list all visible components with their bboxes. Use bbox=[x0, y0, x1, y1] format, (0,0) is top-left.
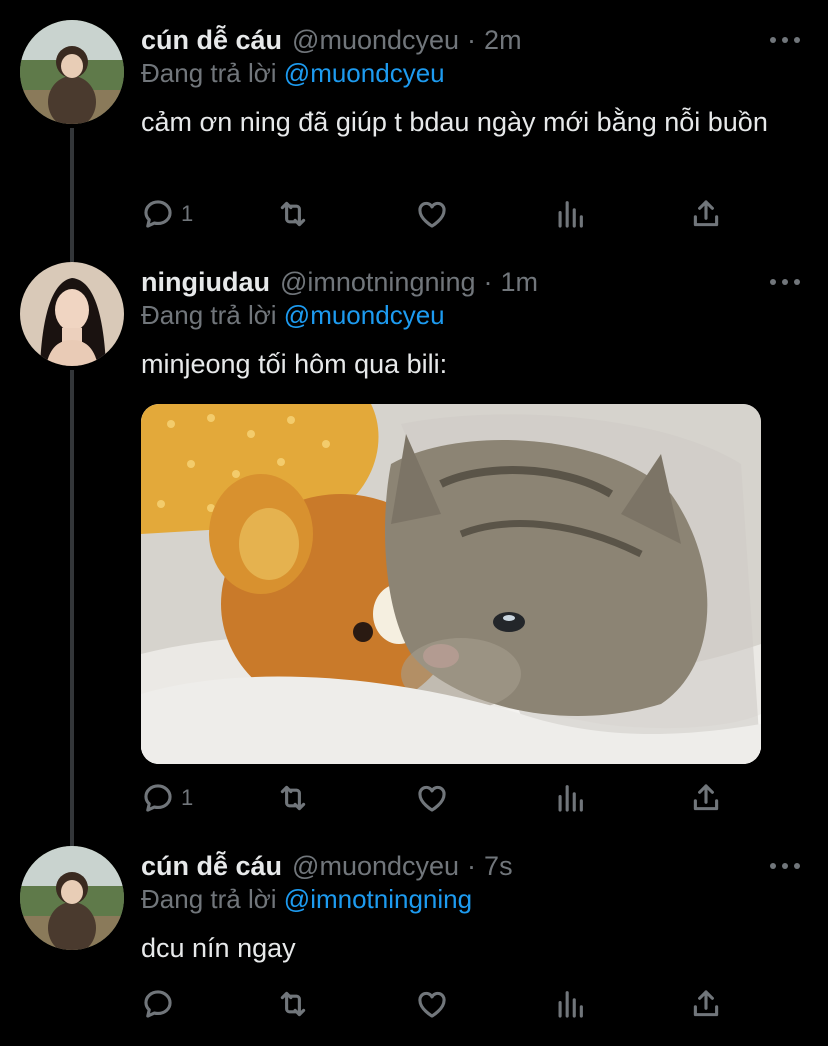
retweet-button[interactable] bbox=[276, 778, 310, 818]
reply-icon bbox=[144, 990, 172, 1018]
share-icon bbox=[693, 784, 719, 811]
retweet-icon bbox=[280, 201, 306, 227]
replying-prefix: Đang trả lời bbox=[141, 300, 277, 330]
analytics-button[interactable] bbox=[553, 984, 587, 1024]
heart-icon bbox=[418, 201, 446, 228]
tweet-text: dcu nín ngay bbox=[141, 933, 296, 963]
tweet-actions: 1 bbox=[141, 194, 741, 234]
separator-dot: · bbox=[467, 850, 477, 881]
more-icon[interactable] bbox=[770, 854, 800, 878]
separator-dot: · bbox=[467, 24, 477, 55]
tweet-text: cảm ơn ning đã giúp t bdau ngày mới bằng… bbox=[141, 107, 768, 137]
replying-to-link[interactable]: @imnotningning bbox=[284, 884, 472, 914]
share-button[interactable] bbox=[689, 778, 723, 818]
display-name[interactable]: ningiudau bbox=[141, 267, 270, 298]
reply-button[interactable] bbox=[141, 984, 181, 1024]
replying-to-link[interactable]: @muondcyeu bbox=[284, 58, 445, 88]
timestamp[interactable]: 1m bbox=[501, 267, 539, 298]
heart-icon bbox=[418, 785, 446, 812]
more-icon[interactable] bbox=[770, 270, 800, 294]
more-icon[interactable] bbox=[770, 28, 800, 52]
replying-to: Đang trả lời @muondcyeu bbox=[141, 58, 445, 89]
replying-to: Đang trả lời @muondcyeu bbox=[141, 300, 445, 331]
analytics-button[interactable] bbox=[553, 194, 587, 234]
reply-button[interactable]: 1 bbox=[141, 194, 193, 234]
replying-to-link[interactable]: @muondcyeu bbox=[284, 300, 445, 330]
tweet-image[interactable] bbox=[141, 404, 761, 764]
tweet[interactable]: cún dễ cáu @muondcyeu · 7s Đang trả lời … bbox=[0, 846, 828, 1046]
tweet-text: minjeong tối hôm qua bili: bbox=[141, 349, 448, 379]
reply-icon bbox=[144, 200, 172, 228]
timestamp[interactable]: 7s bbox=[484, 851, 513, 882]
avatar[interactable] bbox=[20, 846, 124, 950]
replying-prefix: Đang trả lời bbox=[141, 884, 277, 914]
share-button[interactable] bbox=[689, 194, 723, 234]
heart-icon bbox=[418, 991, 446, 1018]
replying-to: Đang trả lời @imnotningning bbox=[141, 884, 472, 915]
analytics-button[interactable] bbox=[553, 778, 587, 818]
tweet[interactable]: cún dễ cáu @muondcyeu · 2m Đang trả lời … bbox=[0, 20, 828, 240]
display-name[interactable]: cún dễ cáu bbox=[141, 25, 282, 56]
analytics-icon bbox=[558, 201, 583, 228]
username[interactable]: @muondcyeu bbox=[292, 25, 459, 56]
username[interactable]: @muondcyeu bbox=[292, 851, 459, 882]
separator-dot: · bbox=[483, 266, 493, 297]
like-button[interactable] bbox=[415, 984, 449, 1024]
analytics-icon bbox=[558, 991, 583, 1018]
timestamp[interactable]: 2m bbox=[484, 25, 522, 56]
like-button[interactable] bbox=[415, 778, 449, 818]
display-name[interactable]: cún dễ cáu bbox=[141, 851, 282, 882]
tweet[interactable]: ningiudau @imnotningning · 1m Đang trả l… bbox=[0, 262, 828, 822]
share-icon bbox=[693, 200, 719, 227]
retweet-icon bbox=[280, 785, 306, 811]
share-button[interactable] bbox=[689, 984, 723, 1024]
share-icon bbox=[693, 990, 719, 1017]
tweet-actions bbox=[141, 984, 741, 1024]
replying-prefix: Đang trả lời bbox=[141, 58, 277, 88]
tweet-actions: 1 bbox=[141, 778, 741, 818]
reply-count: 1 bbox=[181, 785, 194, 810]
like-button[interactable] bbox=[415, 194, 449, 234]
avatar[interactable] bbox=[20, 20, 124, 124]
reply-count: 1 bbox=[181, 201, 194, 226]
username[interactable]: @imnotningning bbox=[280, 267, 476, 298]
reply-button[interactable]: 1 bbox=[141, 778, 193, 818]
retweet-button[interactable] bbox=[276, 984, 310, 1024]
analytics-icon bbox=[558, 785, 583, 812]
reply-icon bbox=[144, 784, 172, 812]
avatar[interactable] bbox=[20, 262, 124, 366]
retweet-icon bbox=[280, 991, 306, 1017]
retweet-button[interactable] bbox=[276, 194, 310, 234]
